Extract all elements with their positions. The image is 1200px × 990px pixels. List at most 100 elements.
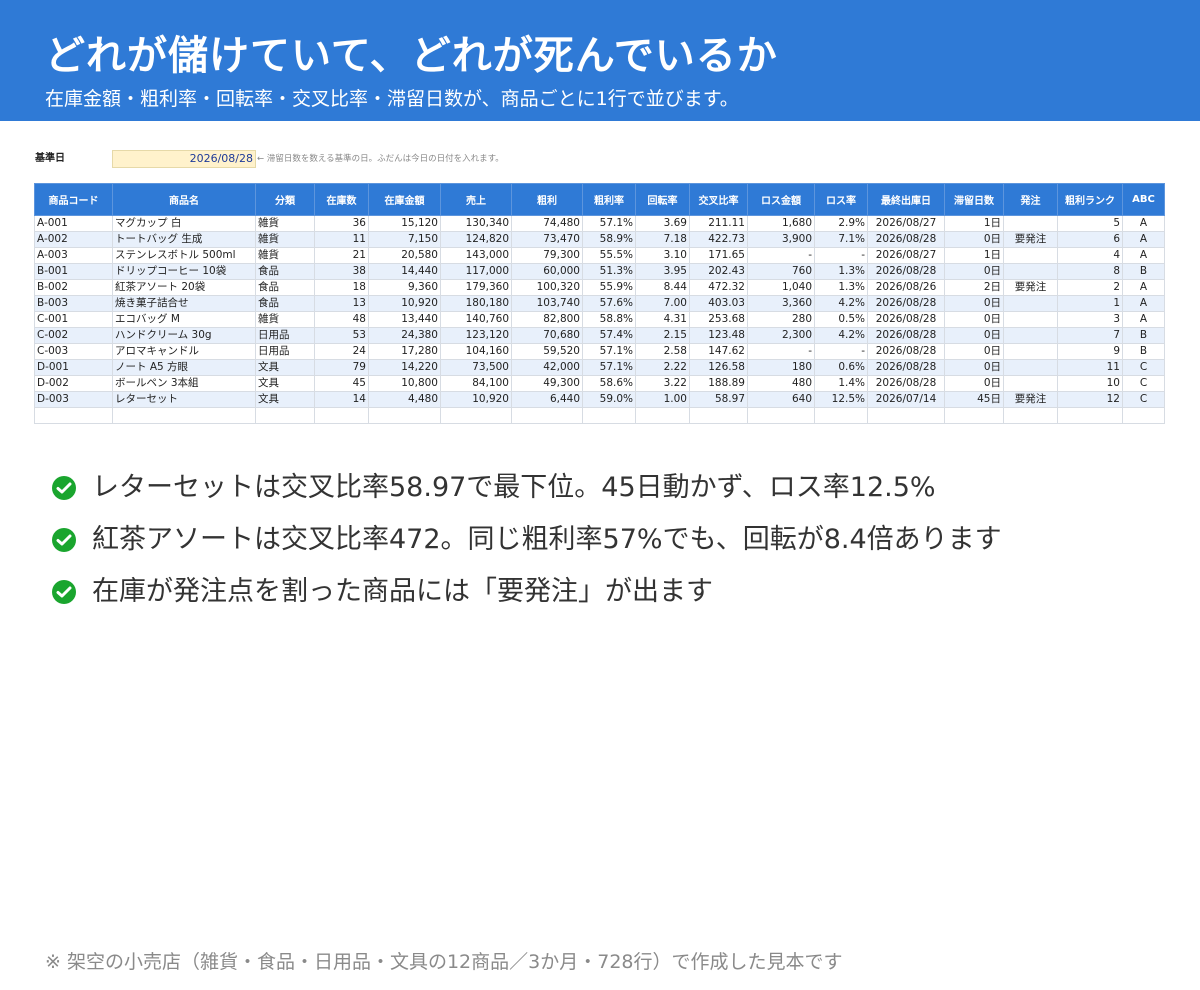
cell-stock[interactable]: 24 (314, 343, 369, 360)
cell-margin[interactable]: 58.9% (582, 231, 636, 248)
cell-stock[interactable]: 14 (314, 391, 369, 408)
cell-loss-amount[interactable]: 1,680 (747, 215, 815, 232)
cell-margin[interactable]: 58.6% (582, 375, 636, 392)
cell-turnover[interactable]: 4.31 (635, 311, 690, 328)
empty-cell[interactable] (314, 407, 369, 424)
cell-loss-amount[interactable]: 2,300 (747, 327, 815, 344)
cell-loss-amount[interactable]: 1,040 (747, 279, 815, 296)
cell-stock-value[interactable]: 4,480 (368, 391, 441, 408)
cell-profit-rank[interactable]: 6 (1057, 231, 1123, 248)
cell-turnover[interactable]: 3.10 (635, 247, 690, 264)
cell-idle-days[interactable]: 1日 (944, 247, 1004, 264)
column-header[interactable]: 滞留日数 (944, 183, 1004, 216)
cell-turnover[interactable]: 3.22 (635, 375, 690, 392)
cell-code[interactable]: C-003 (34, 343, 113, 360)
cell-category[interactable]: 雑貨 (255, 231, 315, 248)
cell-abc[interactable]: A (1122, 311, 1165, 328)
cell-abc[interactable]: C (1122, 391, 1165, 408)
cell-last-ship-date[interactable]: 2026/08/28 (867, 327, 945, 344)
cell-code[interactable]: C-001 (34, 311, 113, 328)
cell-last-ship-date[interactable]: 2026/08/28 (867, 295, 945, 312)
cell-order-flag[interactable] (1003, 247, 1058, 264)
cell-cross-ratio[interactable]: 422.73 (689, 231, 748, 248)
cell-loss-amount[interactable]: 180 (747, 359, 815, 376)
cell-gross-profit[interactable]: 73,470 (511, 231, 583, 248)
column-header[interactable]: 交叉比率 (689, 183, 748, 216)
cell-gross-profit[interactable]: 74,480 (511, 215, 583, 232)
cell-stock[interactable]: 79 (314, 359, 369, 376)
empty-cell[interactable] (747, 407, 815, 424)
cell-cross-ratio[interactable]: 171.65 (689, 247, 748, 264)
empty-cell[interactable] (511, 407, 583, 424)
cell-margin[interactable]: 58.8% (582, 311, 636, 328)
cell-last-ship-date[interactable]: 2026/08/27 (867, 247, 945, 264)
cell-turnover[interactable]: 2.22 (635, 359, 690, 376)
cell-gross-profit[interactable]: 70,680 (511, 327, 583, 344)
cell-stock-value[interactable]: 15,120 (368, 215, 441, 232)
cell-loss-rate[interactable]: 12.5% (814, 391, 868, 408)
cell-sales[interactable]: 140,760 (440, 311, 512, 328)
cell-loss-amount[interactable]: 640 (747, 391, 815, 408)
cell-abc[interactable]: A (1122, 247, 1165, 264)
cell-margin[interactable]: 57.1% (582, 343, 636, 360)
cell-profit-rank[interactable]: 11 (1057, 359, 1123, 376)
cell-code[interactable]: A-003 (34, 247, 113, 264)
cell-loss-amount[interactable]: 760 (747, 263, 815, 280)
cell-code[interactable]: D-003 (34, 391, 113, 408)
cell-loss-rate[interactable]: 1.3% (814, 263, 868, 280)
cell-category[interactable]: 食品 (255, 263, 315, 280)
cell-order-flag[interactable] (1003, 215, 1058, 232)
cell-loss-amount[interactable]: - (747, 247, 815, 264)
cell-category[interactable]: 文具 (255, 375, 315, 392)
cell-idle-days[interactable]: 0日 (944, 231, 1004, 248)
cell-abc[interactable]: A (1122, 231, 1165, 248)
column-header[interactable]: 回転率 (635, 183, 690, 216)
cell-margin[interactable]: 57.1% (582, 215, 636, 232)
cell-profit-rank[interactable]: 12 (1057, 391, 1123, 408)
column-header[interactable]: 在庫金額 (368, 183, 441, 216)
column-header[interactable]: 分類 (255, 183, 315, 216)
cell-stock-value[interactable]: 17,280 (368, 343, 441, 360)
cell-cross-ratio[interactable]: 472.32 (689, 279, 748, 296)
cell-last-ship-date[interactable]: 2026/08/28 (867, 231, 945, 248)
cell-stock[interactable]: 45 (314, 375, 369, 392)
cell-name[interactable]: エコバッグ M (112, 311, 256, 328)
cell-gross-profit[interactable]: 100,320 (511, 279, 583, 296)
cell-stock[interactable]: 11 (314, 231, 369, 248)
cell-abc[interactable]: B (1122, 327, 1165, 344)
cell-code[interactable]: B-001 (34, 263, 113, 280)
cell-sales[interactable]: 117,000 (440, 263, 512, 280)
cell-idle-days[interactable]: 0日 (944, 343, 1004, 360)
cell-category[interactable]: 食品 (255, 295, 315, 312)
cell-gross-profit[interactable]: 6,440 (511, 391, 583, 408)
cell-cross-ratio[interactable]: 123.48 (689, 327, 748, 344)
cell-profit-rank[interactable]: 5 (1057, 215, 1123, 232)
empty-cell[interactable] (582, 407, 636, 424)
cell-profit-rank[interactable]: 10 (1057, 375, 1123, 392)
cell-cross-ratio[interactable]: 202.43 (689, 263, 748, 280)
cell-cross-ratio[interactable]: 253.68 (689, 311, 748, 328)
cell-order-flag[interactable] (1003, 311, 1058, 328)
column-header[interactable]: 在庫数 (314, 183, 369, 216)
column-header[interactable]: 商品コード (34, 183, 113, 216)
cell-name[interactable]: ステンレスボトル 500ml (112, 247, 256, 264)
cell-idle-days[interactable]: 2日 (944, 279, 1004, 296)
cell-loss-amount[interactable]: 3,360 (747, 295, 815, 312)
cell-code[interactable]: A-002 (34, 231, 113, 248)
cell-idle-days[interactable]: 45日 (944, 391, 1004, 408)
cell-loss-rate[interactable]: 7.1% (814, 231, 868, 248)
cell-gross-profit[interactable]: 59,520 (511, 343, 583, 360)
cell-idle-days[interactable]: 0日 (944, 375, 1004, 392)
column-header[interactable]: 商品名 (112, 183, 256, 216)
cell-loss-rate[interactable]: 4.2% (814, 327, 868, 344)
cell-last-ship-date[interactable]: 2026/08/26 (867, 279, 945, 296)
cell-last-ship-date[interactable]: 2026/08/28 (867, 311, 945, 328)
cell-stock[interactable]: 38 (314, 263, 369, 280)
cell-idle-days[interactable]: 1日 (944, 215, 1004, 232)
empty-cell[interactable] (814, 407, 868, 424)
cell-profit-rank[interactable]: 7 (1057, 327, 1123, 344)
cell-name[interactable]: レターセット (112, 391, 256, 408)
empty-cell[interactable] (635, 407, 690, 424)
cell-margin[interactable]: 59.0% (582, 391, 636, 408)
cell-name[interactable]: 紅茶アソート 20袋 (112, 279, 256, 296)
